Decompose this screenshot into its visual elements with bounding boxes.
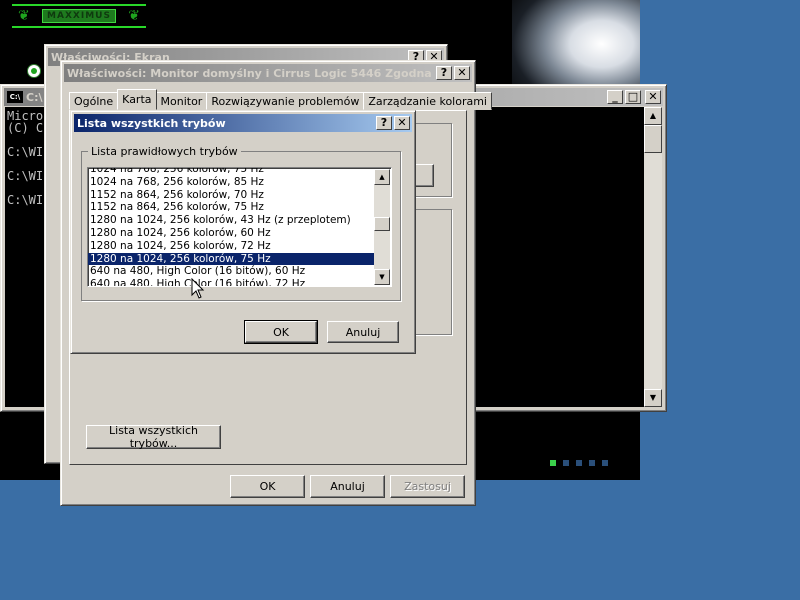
list-item[interactable]: 1152 na 864, 256 kolorów, 75 Hz [88, 201, 374, 214]
console-app-icon: C:\ [7, 91, 23, 103]
valid-modes-label: Lista prawidłowych trybów [88, 145, 241, 158]
list-item[interactable]: 640 na 480, High Color (16 bitów), 60 Hz [88, 265, 374, 278]
scroll-down-arrow-icon[interactable]: ▼ [374, 269, 390, 285]
close-button[interactable]: ✕ [645, 90, 661, 104]
list-item-selected[interactable]: 1280 na 1024, 256 kolorów, 75 Hz [88, 252, 374, 266]
monitor-titlebar[interactable]: Właściwości: Monitor domyślny i Cirrus L… [64, 64, 472, 82]
mouse-pointer-icon [191, 278, 205, 299]
close-button[interactable]: ✕ [454, 66, 470, 80]
list-modes-title: Lista wszystkich trybów [77, 116, 226, 130]
scroll-down-arrow-icon[interactable]: ▼ [644, 389, 662, 407]
scroll-thumb[interactable] [374, 217, 390, 231]
list-item[interactable]: 1280 na 1024, 256 kolorów, 43 Hz (z prze… [88, 214, 374, 227]
tab-monitor[interactable]: Monitor [155, 92, 208, 110]
tab-strip: Ogólne Karta Monitor Rozwiązywanie probl… [69, 89, 492, 110]
monitor-title: Właściwości: Monitor domyślny i Cirrus L… [67, 66, 436, 80]
list-item[interactable]: 1024 na 768, 256 kolorów, 85 Hz [88, 176, 374, 189]
maximize-button[interactable]: □ [625, 90, 641, 104]
tab-adapter[interactable]: Karta [117, 89, 157, 110]
list-all-modes-button[interactable]: Lista wszystkich trybów... [86, 424, 221, 450]
modes-listbox[interactable]: 1024 na 768, 256 kolorów, 75 Hz 1024 na … [87, 167, 392, 287]
properties-button-hidden[interactable] [414, 164, 434, 187]
leaf-icon: ❦ [18, 8, 30, 24]
list-item[interactable]: 1280 na 1024, 256 kolorów, 60 Hz [88, 227, 374, 240]
wallpaper-logo: ❦ MAXXIMUS ❦ [12, 4, 146, 28]
scroll-up-arrow-icon[interactable]: ▲ [644, 107, 662, 125]
ok-button[interactable]: OK [244, 320, 318, 344]
ok-button[interactable]: OK [230, 475, 305, 498]
list-item[interactable]: 1024 na 768, 256 kolorów, 75 Hz [88, 168, 374, 176]
cancel-button[interactable]: Anuluj [310, 475, 385, 498]
list-modes-dialog[interactable]: Lista wszystkich trybów ? ✕ Lista prawid… [70, 110, 416, 354]
wallpaper-dots [550, 460, 608, 466]
desktop-globe-icon[interactable] [27, 64, 41, 78]
scroll-up-arrow-icon[interactable]: ▲ [374, 169, 390, 185]
help-button[interactable]: ? [436, 66, 452, 80]
list-item[interactable]: 640 na 480, High Color (16 bitów), 72 Hz [88, 278, 374, 286]
logo-wordmark: MAXXIMUS [42, 9, 116, 23]
list-item[interactable]: 1280 na 1024, 256 kolorów, 72 Hz [88, 240, 374, 253]
close-button[interactable]: ✕ [394, 116, 410, 130]
tab-troubleshoot[interactable]: Rozwiązywanie problemów [206, 92, 365, 110]
modes-scrollbar[interactable]: ▲ ▼ [374, 169, 390, 285]
console-scrollbar[interactable]: ▲ ▼ [644, 107, 662, 407]
minimize-button[interactable]: _ [607, 90, 623, 104]
scroll-thumb[interactable] [644, 125, 662, 153]
leaf-icon: ❦ [128, 8, 140, 24]
list-item[interactable]: 1152 na 864, 256 kolorów, 70 Hz [88, 189, 374, 202]
tab-color-management[interactable]: Zarządzanie kolorami [363, 92, 492, 110]
apply-button: Zastosuj [390, 475, 465, 498]
help-button[interactable]: ? [376, 116, 392, 130]
cancel-button[interactable]: Anuluj [327, 321, 399, 343]
tab-general[interactable]: Ogólne [69, 92, 119, 110]
list-modes-titlebar[interactable]: Lista wszystkich trybów ? ✕ [74, 114, 412, 132]
